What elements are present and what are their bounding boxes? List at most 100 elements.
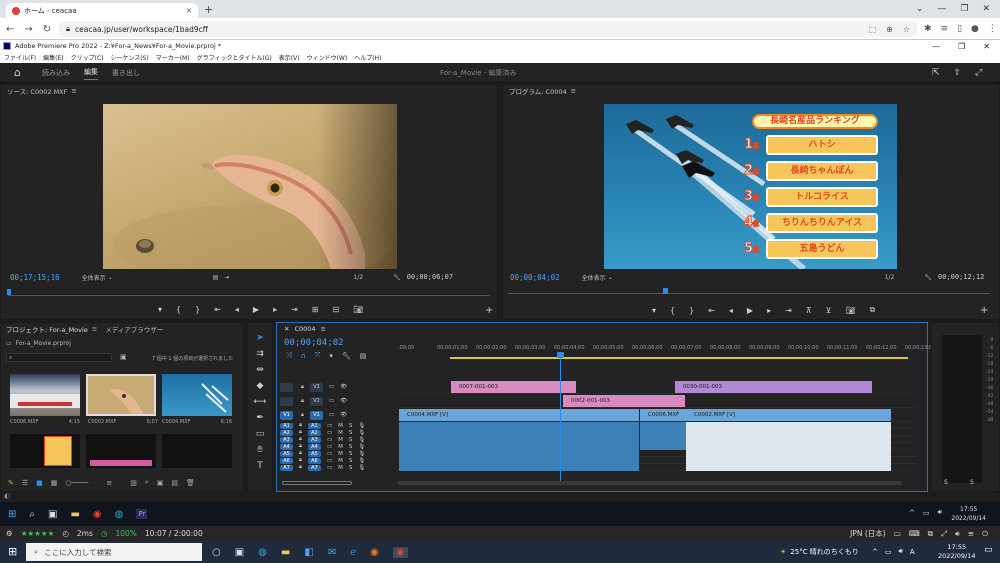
tray-chevron-icon[interactable]: ^ (872, 548, 878, 556)
dropdown-icon[interactable]: ⌄ (108, 274, 113, 281)
store-icon[interactable]: ◧ (304, 547, 313, 558)
solo-button[interactable]: S (349, 465, 353, 471)
solo-button[interactable]: S (349, 444, 353, 450)
extract-icon[interactable]: ⊻ (826, 306, 832, 315)
maximize-icon[interactable]: ❐ (958, 42, 965, 51)
close-icon[interactable]: ✕ (983, 42, 990, 51)
tab-edit[interactable]: 編集 (84, 67, 98, 80)
lock-icon[interactable]: 🔒︎ (299, 443, 302, 450)
mute-button[interactable]: M (338, 458, 343, 464)
thumbnail-sequence[interactable] (86, 434, 156, 468)
notification-icon[interactable]: ▭ (984, 545, 993, 555)
source-patch[interactable]: A7 (280, 464, 293, 471)
mark-in-icon[interactable]: { (176, 305, 181, 314)
add-button-icon[interactable]: + (980, 305, 988, 316)
mic-icon[interactable]: 🎙︎ (358, 444, 365, 450)
audio-clip[interactable] (686, 457, 891, 464)
dropdown-icon[interactable]: ⌄ (608, 274, 613, 281)
reload-icon[interactable]: ↻ (43, 24, 51, 35)
close-window-icon[interactable]: ✕ (982, 4, 990, 14)
timeline-hscroll[interactable] (398, 481, 902, 485)
source-patch[interactable]: A1 (280, 422, 293, 429)
sync-lock-icon[interactable]: ▭ (327, 423, 332, 429)
panel-menu-icon[interactable]: ≡ (92, 325, 97, 333)
lock-icon[interactable]: 🔒︎ (299, 450, 302, 457)
new-tab-icon[interactable]: + (204, 3, 213, 16)
window-icon[interactable]: ▭ (894, 529, 901, 538)
copy-icon[interactable]: ⧉ (928, 529, 933, 539)
thumbnail-empty[interactable] (162, 434, 232, 468)
chrome-icon[interactable]: ◉ (93, 509, 102, 520)
task-view-icon[interactable]: ▣ (235, 547, 244, 558)
file-explorer-icon[interactable]: ▬ (70, 509, 79, 520)
chrome-icon[interactable]: ◉ (392, 546, 408, 558)
thumbnail-c0004[interactable] (162, 374, 232, 416)
pencil-icon[interactable]: ✎ (8, 479, 14, 487)
snap-icon[interactable]: ∩ (301, 352, 306, 360)
step-forward-icon[interactable]: ▸ (273, 305, 277, 314)
quick-export-icon[interactable]: ⇱ (932, 68, 940, 78)
go-to-out-icon[interactable]: ⇥ (785, 306, 792, 315)
audio-clip[interactable] (686, 464, 891, 471)
zoom-slider[interactable]: ○──── (65, 479, 88, 487)
mic-icon[interactable]: 🎙︎ (358, 423, 365, 429)
thumbnail-c0002[interactable] (86, 374, 156, 416)
work-area-bar[interactable] (450, 357, 908, 359)
source-scrub-bar[interactable] (8, 295, 490, 296)
network-icon[interactable]: ▭ (923, 509, 930, 517)
omnibox[interactable]: 🔒︎ ceacaa.jp/user/workspace/1bad9cff ⬚ ⊕… (58, 21, 918, 37)
source-fit-select[interactable]: 全体表示 (82, 273, 106, 282)
meter-left-solo[interactable]: S (944, 479, 948, 486)
track-target[interactable]: A6 (307, 457, 321, 464)
clip-v1-c0004[interactable]: C0004.MXF [V] (399, 409, 639, 421)
audio-clip[interactable] (399, 443, 639, 450)
source-patch[interactable]: A3 (280, 436, 293, 443)
source-playhead-timecode[interactable]: 00;17;15;16 (10, 273, 60, 282)
program-scrub-bar[interactable] (508, 293, 990, 294)
track-select-icon[interactable]: ⇉ (256, 349, 264, 359)
audio-clip[interactable] (399, 450, 639, 457)
menu-graphics[interactable]: グラフィックとタイトル(G) (197, 53, 272, 62)
mic-icon[interactable]: 🎙︎ (358, 430, 365, 436)
add-marker-icon[interactable]: ▾ (329, 352, 333, 360)
track-target[interactable]: A3 (307, 436, 321, 443)
mute-button[interactable]: M (338, 437, 343, 443)
edge-icon[interactable]: ◍ (258, 547, 267, 558)
razor-icon[interactable]: ◆ (257, 381, 264, 391)
browser-menu-icon[interactable]: ⋮ (988, 24, 997, 34)
type-icon[interactable]: T (257, 461, 263, 471)
go-to-in-icon[interactable]: ⇤ (708, 306, 715, 315)
list-view-icon[interactable]: ☰ (22, 479, 28, 487)
step-back-icon[interactable]: ◂ (729, 306, 733, 315)
meter-right-solo[interactable]: S (970, 479, 974, 486)
eye-icon[interactable]: 👁︎ (340, 398, 347, 404)
lock-icon[interactable]: 🔒︎ (299, 436, 302, 443)
task-view-icon[interactable]: ▣ (48, 509, 57, 520)
audio-track-header[interactable]: A7 🔒︎ A7 ▭ M S 🎙︎ (280, 464, 396, 471)
weather-widget[interactable]: ☀ 25°C 晴れのちくもり (780, 547, 859, 557)
source-resolution[interactable]: 1/2 (353, 274, 363, 281)
fullscreen-icon[interactable]: ⤢ (975, 68, 982, 78)
linked-select-icon[interactable]: ⤧ (315, 351, 321, 360)
audio-clip[interactable] (399, 422, 639, 429)
ime-icon[interactable]: A (910, 548, 915, 556)
thumbnail-graphic[interactable] (10, 434, 80, 468)
bookmark-star-icon[interactable]: ☆ (903, 25, 910, 34)
extensions-icon[interactable]: ✱ (924, 24, 932, 34)
settings-icon[interactable]: ▤ (213, 274, 219, 281)
source-video-frame[interactable] (103, 104, 397, 269)
slip-icon[interactable]: ⟷ (254, 397, 267, 407)
remote-clock[interactable]: 17:55 2022/09/14 (951, 505, 986, 523)
step-back-icon[interactable]: ◂ (235, 305, 239, 314)
track-target[interactable]: A7 (307, 464, 321, 471)
new-bin-footer-icon[interactable]: ▣ (157, 479, 164, 487)
sync-lock-icon[interactable]: ▭ (327, 430, 332, 436)
mute-button[interactable]: M (338, 444, 343, 450)
clip-v1-c0006[interactable]: C0006.MXF (640, 409, 686, 421)
track-target[interactable]: V2 (309, 396, 323, 406)
clip-v1-c0002[interactable]: C0002.MXF [V] (686, 409, 891, 421)
audio-track-header[interactable]: A6 🔒︎ A6 ▭ M S 🎙︎ (280, 457, 396, 464)
browser-tab[interactable]: ホーム - ceacaa ✕ (6, 3, 198, 18)
overwrite-clip-icon[interactable]: ⊟ (333, 305, 340, 314)
export-frame-icon[interactable]: 📷︎ (846, 306, 856, 315)
